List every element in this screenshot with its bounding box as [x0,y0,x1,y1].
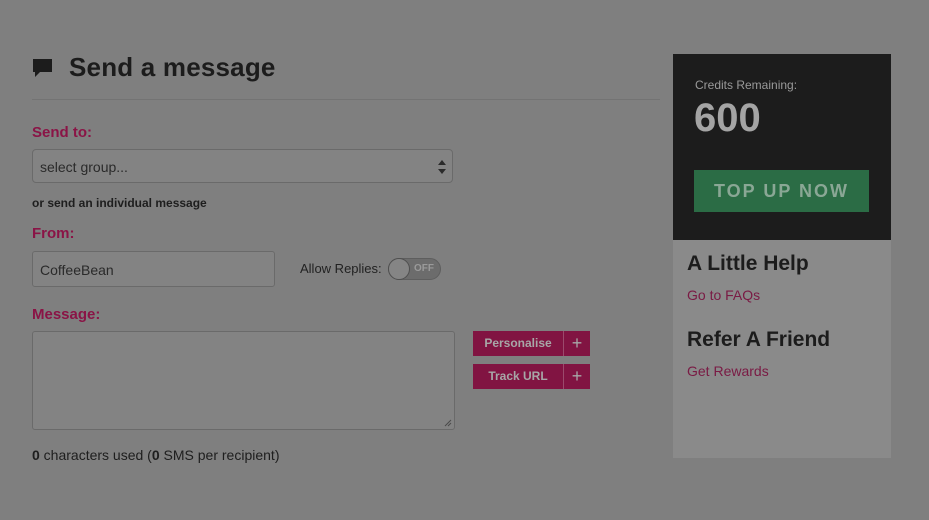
help-panel: A Little Help Go to FAQs Refer A Friend … [673,240,891,458]
refer-title: Refer A Friend [687,328,831,351]
individual-message-link[interactable]: or send an individual message [32,196,207,210]
message-label: Message: [32,306,101,323]
credits-label: Credits Remaining: [695,78,798,92]
speech-bubble-icon [33,59,52,77]
send-to-label: Send to: [32,124,92,141]
credits-panel: Credits Remaining: 600 TOP UP NOW [673,54,891,240]
page-title: Send a message [69,52,276,82]
toggle-state-text: OFF [414,263,434,274]
chars-text-2: SMS per recipient) [159,447,280,463]
track-url-plus-icon[interactable]: + [563,364,590,389]
personalise-label: Personalise [484,336,552,350]
group-select[interactable]: select group... [32,149,453,183]
chars-count: 0 [32,447,40,463]
chars-text-1: characters used ( [39,447,152,463]
personalise-plus-icon[interactable]: + [563,331,590,356]
rewards-link[interactable]: Get Rewards [687,363,769,379]
from-field[interactable]: CoffeeBean [32,251,275,287]
character-count: 0 characters used (0 SMS per recipient) [32,447,279,463]
sms-count: 0 [151,447,160,463]
resize-grip-icon[interactable] [444,419,452,427]
from-field-value: CoffeeBean [40,262,114,278]
track-url-button[interactable]: Track URL + [473,364,590,389]
page-header: Send a message [32,52,660,100]
allow-replies-label: Allow Replies: [300,261,382,276]
message-textarea[interactable] [32,331,455,430]
allow-replies-toggle[interactable]: OFF [388,258,441,280]
group-select-value: select group... [40,159,128,175]
toggle-knob [388,258,410,280]
track-url-label: Track URL [488,369,548,383]
help-title: A Little Help [687,252,809,275]
top-up-button[interactable]: TOP UP NOW [694,170,869,212]
personalise-button[interactable]: Personalise + [473,331,590,356]
credits-value: 600 [694,96,761,140]
select-arrows-icon [438,160,446,174]
faq-link[interactable]: Go to FAQs [687,287,760,303]
from-label: From: [32,225,75,242]
